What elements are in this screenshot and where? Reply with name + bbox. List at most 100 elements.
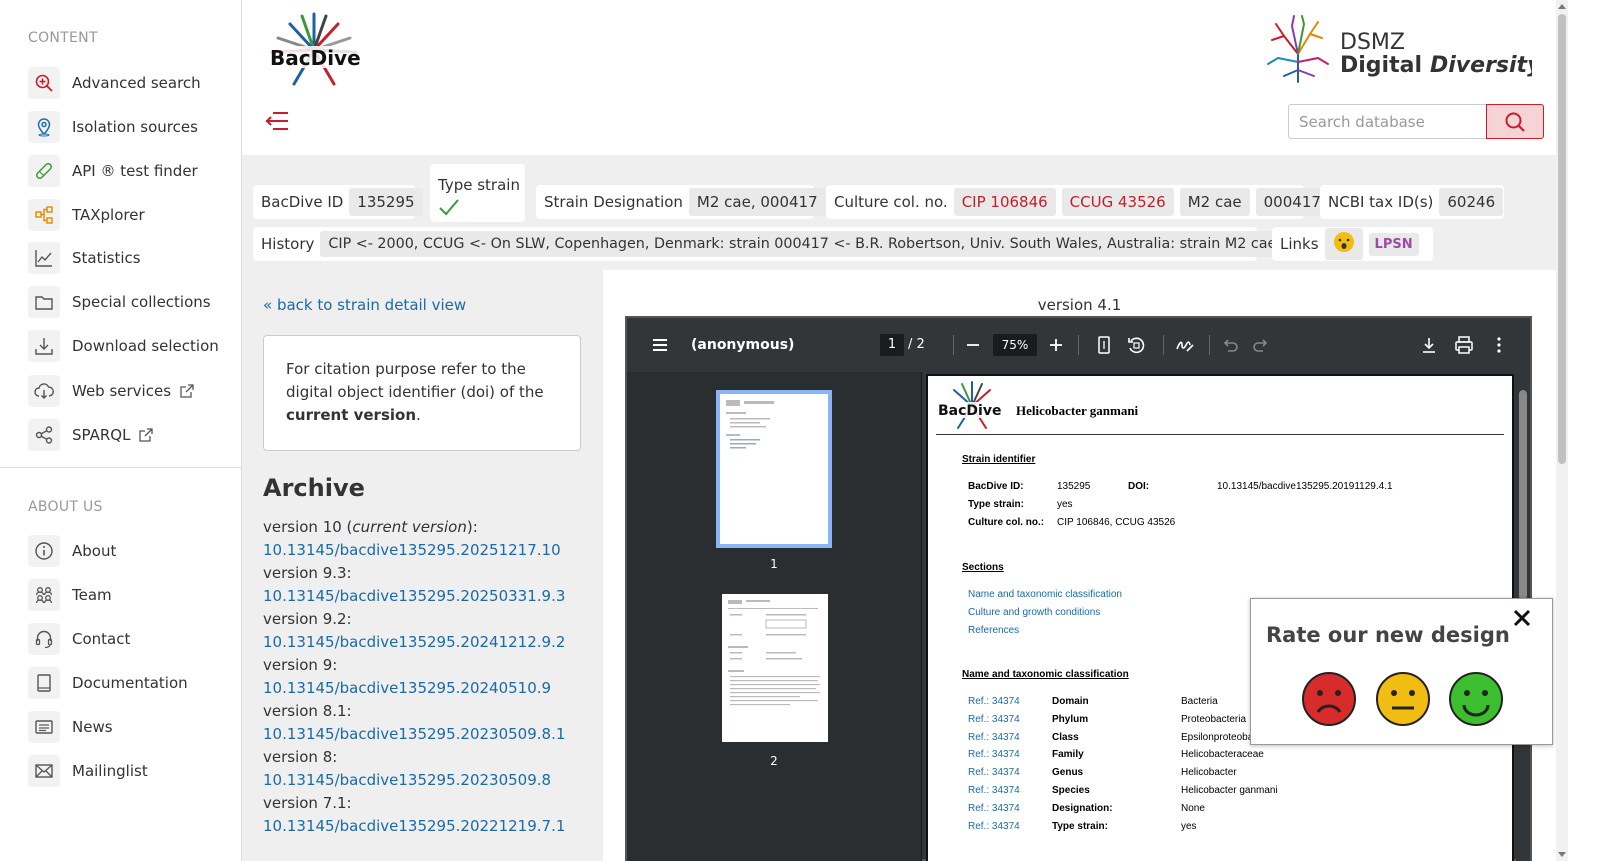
- sidebar-item-label: Statistics: [72, 249, 141, 267]
- version-doi-link[interactable]: 10.13145/bacdive135295.20241212.9.2: [263, 631, 593, 654]
- rotate-icon[interactable]: [1126, 335, 1146, 355]
- pdf-reference-link[interactable]: Ref.: 34374: [968, 732, 1020, 743]
- pdf-section-link[interactable]: References: [968, 625, 1019, 636]
- pdf-taxon-rank: Type strain:: [1052, 820, 1108, 832]
- version-label: version 9.2:: [263, 610, 352, 628]
- strain-designation-label: Strain Designation: [544, 193, 683, 211]
- redo-icon[interactable]: [1251, 335, 1271, 355]
- sidebar-item-advanced-search[interactable]: Advanced search: [28, 66, 201, 100]
- sad-face-icon[interactable]: [1301, 671, 1357, 727]
- version-doi-link[interactable]: 10.13145/bacdive135295.20221219.7.1: [263, 815, 593, 838]
- sidebar-item-team[interactable]: Team: [28, 578, 112, 612]
- pdf-taxon-value: None: [1181, 802, 1205, 814]
- sidebar: CONTENT Advanced search Isolation source…: [0, 0, 242, 861]
- checkmark-icon: [439, 199, 459, 216]
- sidebar-item-taxplorer[interactable]: TAXplorer: [28, 198, 145, 232]
- pdf-reference-link[interactable]: Ref.: 34374: [968, 785, 1020, 796]
- sidebar-item-api-test-finder[interactable]: API ® test finder: [28, 154, 198, 188]
- zoom-in-icon: [28, 67, 60, 99]
- pdf-field-label: BacDive ID:: [968, 481, 1024, 492]
- print-icon[interactable]: [1454, 335, 1474, 355]
- version-doi-link[interactable]: 10.13145/bacdive135295.20250331.9.3: [263, 585, 593, 608]
- sidebar-item-sparql[interactable]: SPARQL: [28, 418, 154, 452]
- more-options-icon[interactable]: [1489, 335, 1509, 355]
- pdf-reference-link[interactable]: Ref.: 34374: [968, 821, 1020, 832]
- page-thumbnail[interactable]: [722, 594, 828, 742]
- zoom-input[interactable]: 75%: [993, 334, 1037, 356]
- version-doi-link[interactable]: 10.13145/bacdive135295.20251217.10: [263, 539, 593, 562]
- sidebar-item-contact[interactable]: Contact: [28, 622, 130, 656]
- page-thumbnail-selected[interactable]: [716, 390, 832, 548]
- pdf-heading: Sections: [962, 562, 1004, 573]
- neutral-face-icon[interactable]: [1375, 671, 1431, 727]
- bacdive-logo-text: BacDive: [270, 46, 361, 70]
- sidebar-item-isolation-sources[interactable]: Isolation sources: [28, 110, 198, 144]
- back-to-strain-link[interactable]: « back to strain detail view: [263, 296, 466, 314]
- sidebar-item-documentation[interactable]: Documentation: [28, 666, 188, 700]
- pdf-taxon-value: Bacteria: [1181, 696, 1218, 707]
- type-strain-box: Type strain: [430, 164, 525, 222]
- thumbnail-preview: [726, 400, 774, 449]
- menu-collapse-icon[interactable]: [264, 108, 290, 134]
- rate-design-popup: Rate our new design: [1250, 598, 1553, 745]
- close-icon[interactable]: [1511, 607, 1533, 629]
- pdf-field-value: CIP 106846, CCUG 43526: [1057, 517, 1176, 528]
- sidebar-item-about[interactable]: About: [28, 534, 116, 568]
- bacdive-pdf-logo: BacDive: [936, 381, 1008, 429]
- sidebar-item-download-selection[interactable]: Download selection: [28, 329, 219, 363]
- pdf-reference-link[interactable]: Ref.: 34374: [968, 714, 1020, 725]
- envelope-icon: [28, 755, 60, 787]
- cloud-download-icon: [28, 375, 60, 407]
- zoom-out-icon[interactable]: [963, 335, 983, 355]
- sidebar-item-web-services[interactable]: Web services: [28, 374, 195, 408]
- svg-text:BacDive: BacDive: [938, 403, 1001, 419]
- viewer-version-title: version 4.1: [1037, 296, 1122, 314]
- pdf-section-link[interactable]: Name and taxonomic classification: [968, 589, 1122, 600]
- annotate-icon[interactable]: [1175, 335, 1195, 355]
- links-label: Links: [1280, 235, 1319, 253]
- culture-collection-value: M2 cae: [1179, 188, 1250, 216]
- team-icon: [28, 579, 60, 611]
- sidebar-item-special-collections[interactable]: Special collections: [28, 285, 211, 319]
- download-icon[interactable]: [1419, 335, 1439, 355]
- fit-page-icon[interactable]: [1094, 335, 1114, 355]
- pdf-reference-link[interactable]: Ref.: 34374: [968, 767, 1020, 778]
- pdf-panel: version 4.1 (anonymous) 1 / 2 75% 1 2 Ba…: [603, 270, 1556, 861]
- pdf-taxon-rank: Phylum: [1052, 713, 1089, 725]
- ncbi-tax-value[interactable]: 60246: [1439, 188, 1504, 216]
- version-doi-link[interactable]: 10.13145/bacdive135295.20240510.9: [263, 677, 593, 700]
- pdf-reference-link[interactable]: Ref.: 34374: [968, 749, 1020, 760]
- zoom-in-icon[interactable]: [1046, 335, 1066, 355]
- bacdive-logo[interactable]: BacDive: [264, 10, 364, 90]
- sidebar-item-statistics[interactable]: Statistics: [28, 241, 141, 275]
- culture-collection-value: 000417: [1255, 188, 1329, 216]
- page-number-input[interactable]: 1: [880, 334, 904, 356]
- sidebar-item-news[interactable]: News: [28, 710, 113, 744]
- search-input[interactable]: [1288, 104, 1486, 139]
- pdf-reference-link[interactable]: Ref.: 34374: [968, 803, 1020, 814]
- page-scrollbar[interactable]: [1556, 0, 1568, 861]
- lpsn-link-button[interactable]: LPSN: [1368, 232, 1419, 256]
- version-doi-link[interactable]: 10.13145/bacdive135295.20230509.8: [263, 769, 593, 792]
- undo-icon[interactable]: [1220, 335, 1240, 355]
- sidebar-item-label: Download selection: [72, 337, 219, 355]
- culture-collection-link[interactable]: CIP 106846: [953, 188, 1056, 216]
- pdf-field-label: DOI:: [1128, 481, 1150, 492]
- version-label: version 7.1:: [263, 794, 352, 812]
- external-link-button[interactable]: [1324, 228, 1363, 260]
- pdf-section-link[interactable]: Culture and growth conditions: [968, 607, 1100, 618]
- hamburger-menu-icon[interactable]: [650, 335, 670, 355]
- sidebar-item-label: Team: [72, 586, 112, 604]
- version-label: version 10 (current version):: [263, 518, 478, 536]
- pdf-heading: Strain identifier: [962, 454, 1036, 465]
- dsmz-digital-diversity-logo[interactable]: DSMZ Digital Diversity: [1262, 14, 1532, 84]
- search-button[interactable]: [1486, 104, 1544, 139]
- history-label: History: [261, 235, 315, 253]
- culture-collection-link[interactable]: CCUG 43526: [1061, 188, 1174, 216]
- happy-face-icon[interactable]: [1448, 671, 1504, 727]
- sidebar-item-mailinglist[interactable]: Mailinglist: [28, 754, 148, 788]
- toolbar-divider: [1078, 335, 1079, 355]
- smiley-link-icon: [1333, 232, 1354, 252]
- pdf-reference-link[interactable]: Ref.: 34374: [968, 696, 1020, 707]
- version-doi-link[interactable]: 10.13145/bacdive135295.20230509.8.1: [263, 723, 593, 746]
